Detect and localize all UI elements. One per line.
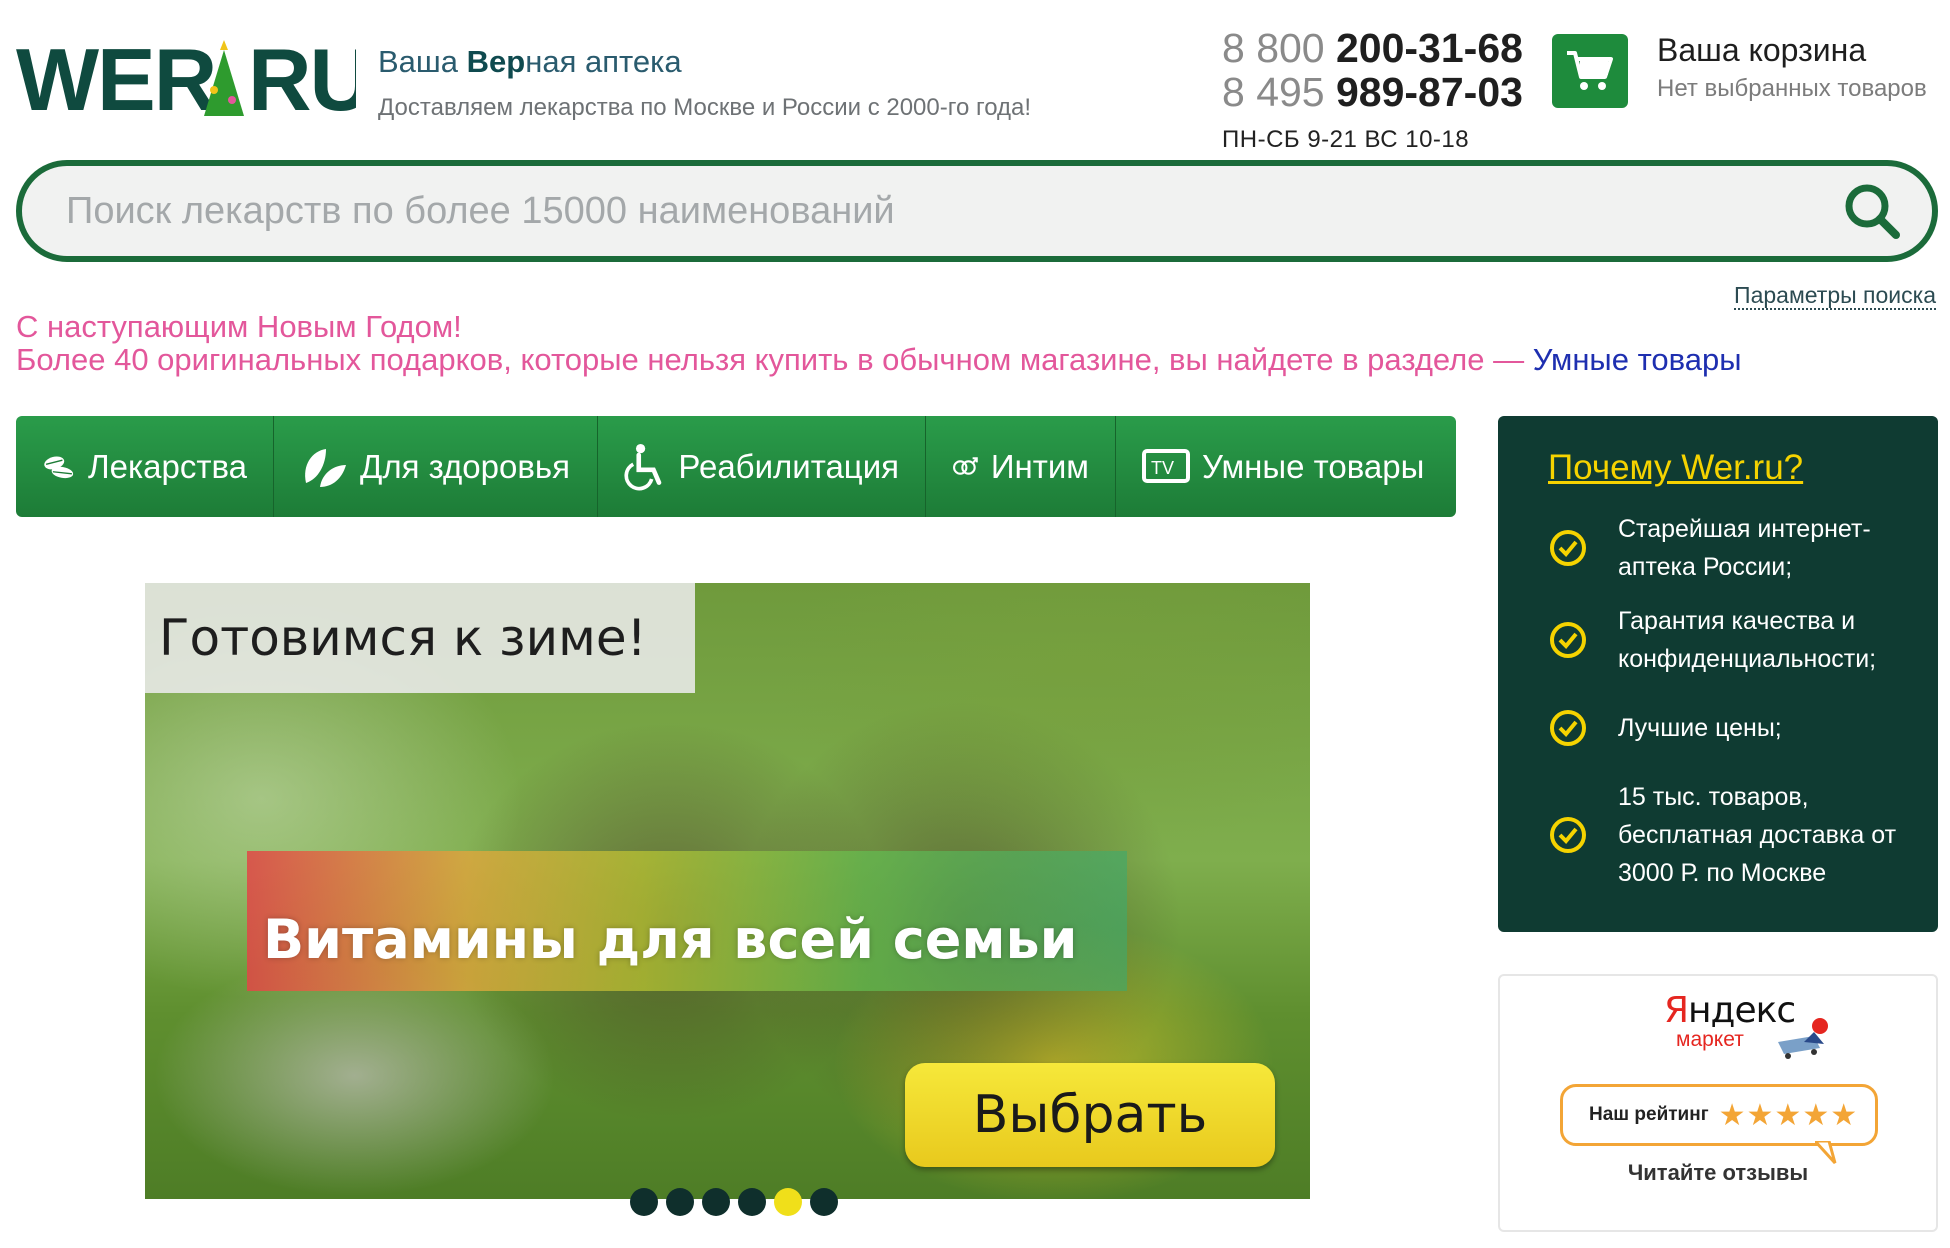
leaves-icon bbox=[305, 448, 346, 487]
nav-label: Умные товары bbox=[1202, 447, 1425, 485]
check-circle-icon bbox=[1550, 622, 1586, 658]
advantage-text: Лучшие цены; bbox=[1618, 714, 1782, 742]
tagline-title: Ваша Верная аптека bbox=[378, 44, 1031, 80]
advantage-text: Гарантия качества и конфиденциальности; bbox=[1618, 607, 1877, 673]
cart-info[interactable]: Ваша корзина Нет выбранных товаров bbox=[1657, 32, 1927, 103]
slider-dot[interactable] bbox=[702, 1188, 730, 1216]
advantage-item: Старейшая интернет-аптека России; bbox=[1548, 510, 1938, 586]
promo-message: С наступающим Новым Годом! Более 40 ориг… bbox=[16, 310, 1742, 376]
slider-dot[interactable] bbox=[666, 1188, 694, 1216]
phone-1-number: 200-31-68 bbox=[1336, 25, 1523, 71]
phone-2[interactable]: 8 495 989-87-03 bbox=[1222, 70, 1523, 114]
promo-text: Более 40 оригинальных подарков, которые … bbox=[16, 343, 1742, 376]
banner-corner-label: Готовимся к зиме! bbox=[145, 583, 695, 693]
rating-label: Наш рейтинг bbox=[1589, 1104, 1709, 1125]
tv-icon: TV bbox=[1142, 448, 1190, 483]
nav-label: Реабилитация bbox=[678, 447, 899, 485]
promo-banner[interactable]: Готовимся к зиме! Витамины для всей семь… bbox=[145, 583, 1310, 1199]
phone-1[interactable]: 8 800 200-31-68 bbox=[1222, 26, 1523, 70]
advantage-item: 15 тыс. товаров, бесплатная доставка от … bbox=[1548, 778, 1938, 892]
phone-2-number: 989-87-03 bbox=[1336, 69, 1523, 115]
nav-item-smart-goods[interactable]: TV Умные товары bbox=[1116, 416, 1456, 517]
search-params-link[interactable]: Параметры поиска bbox=[1734, 282, 1936, 310]
slider-dot[interactable] bbox=[738, 1188, 766, 1216]
advantage-text: 15 тыс. товаров, бесплатная доставка от … bbox=[1618, 783, 1897, 887]
cart-button[interactable] bbox=[1552, 34, 1628, 108]
check-circle-icon bbox=[1550, 817, 1586, 853]
cart-title: Ваша корзина bbox=[1657, 32, 1867, 68]
nav-label: Лекарства bbox=[87, 447, 247, 485]
svg-text:RU: RU bbox=[248, 30, 356, 129]
search-icon[interactable] bbox=[1842, 181, 1902, 241]
site-logo[interactable]: WER RU bbox=[16, 30, 373, 130]
why-werru-panel: Почему Wer.ru? Старейшая интернет-аптека… bbox=[1498, 416, 1938, 932]
phone-2-prefix: 8 495 bbox=[1222, 69, 1336, 115]
nav-item-health[interactable]: Для здоровья bbox=[274, 416, 598, 517]
promo-smart-goods-link[interactable]: Умные товары bbox=[1533, 342, 1742, 377]
banner-choose-button[interactable]: Выбрать bbox=[905, 1063, 1275, 1167]
phone-block: 8 800 200-31-68 8 495 989-87-03 ПН-СБ 9-… bbox=[1222, 26, 1523, 154]
tagline-suffix: ная аптека bbox=[525, 44, 682, 79]
svg-text:TV: TV bbox=[1151, 458, 1174, 478]
nav-label: Для здоровья bbox=[360, 447, 570, 485]
phone-1-prefix: 8 800 bbox=[1222, 25, 1336, 71]
nav-label: Интим bbox=[990, 447, 1089, 485]
slider-dot-active[interactable] bbox=[774, 1188, 802, 1216]
why-werru-link[interactable]: Почему Wer.ru? bbox=[1548, 448, 1803, 488]
slider-dots bbox=[630, 1188, 838, 1216]
advantage-item: Гарантия качества и конфиденциальности; bbox=[1548, 602, 1938, 678]
search-bar bbox=[16, 160, 1938, 262]
tagline: Ваша Верная аптека Доставляем лекарства … bbox=[378, 44, 1031, 122]
svg-text:WER: WER bbox=[16, 30, 216, 129]
check-circle-icon bbox=[1550, 530, 1586, 566]
advantage-item: Лучшие цены; bbox=[1548, 694, 1938, 762]
wheelchair-icon bbox=[624, 443, 662, 490]
pills-icon bbox=[44, 455, 74, 478]
yandex-logo-first: Я bbox=[1664, 990, 1689, 1031]
gender-rings-icon bbox=[953, 456, 978, 475]
category-nav: Лекарства Для здоровья Реабилитация Инти… bbox=[16, 416, 1456, 517]
advantage-text: Старейшая интернет-аптека России; bbox=[1618, 515, 1871, 581]
advantages-list: Старейшая интернет-аптека России; Гарант… bbox=[1548, 510, 1938, 892]
nav-item-intim[interactable]: Интим bbox=[926, 416, 1116, 517]
tagline-subtitle: Доставляем лекарства по Москве и России … bbox=[378, 94, 1032, 121]
check-circle-icon bbox=[1550, 710, 1586, 746]
rating-bubble: Наш рейтинг ★★★★★ bbox=[1560, 1084, 1878, 1165]
read-reviews-link[interactable]: Читайте отзывы bbox=[1500, 1160, 1936, 1186]
banner-headline: Витамины для всей семьи bbox=[263, 908, 1078, 971]
search-input[interactable] bbox=[22, 166, 1842, 256]
rating-stars: ★★★★★ bbox=[1718, 1098, 1859, 1132]
nav-item-medicines[interactable]: Лекарства bbox=[16, 416, 274, 517]
slider-dot[interactable] bbox=[810, 1188, 838, 1216]
yandex-market-label: маркет bbox=[1676, 1028, 1744, 1051]
promo-description: Более 40 оригинальных подарков, которые … bbox=[16, 342, 1533, 377]
slider-dot[interactable] bbox=[630, 1188, 658, 1216]
working-hours: ПН-СБ 9-21 ВС 10-18 bbox=[1222, 126, 1470, 153]
promo-greeting: С наступающим Новым Годом! bbox=[16, 309, 462, 344]
shopping-cart-mascot-icon bbox=[1778, 1018, 1828, 1059]
nav-item-rehabilitation[interactable]: Реабилитация bbox=[598, 416, 926, 517]
logo-icon: WER RU bbox=[16, 30, 373, 129]
tagline-bold: Вер bbox=[466, 44, 526, 79]
cart-status: Нет выбранных товаров bbox=[1657, 75, 1927, 102]
yandex-market-rating-card[interactable]: Яндекс маркет Наш рейтинг ★★★★★ Читайте … bbox=[1498, 974, 1938, 1232]
cart-icon bbox=[1567, 51, 1613, 90]
tagline-prefix: Ваша bbox=[378, 44, 467, 79]
